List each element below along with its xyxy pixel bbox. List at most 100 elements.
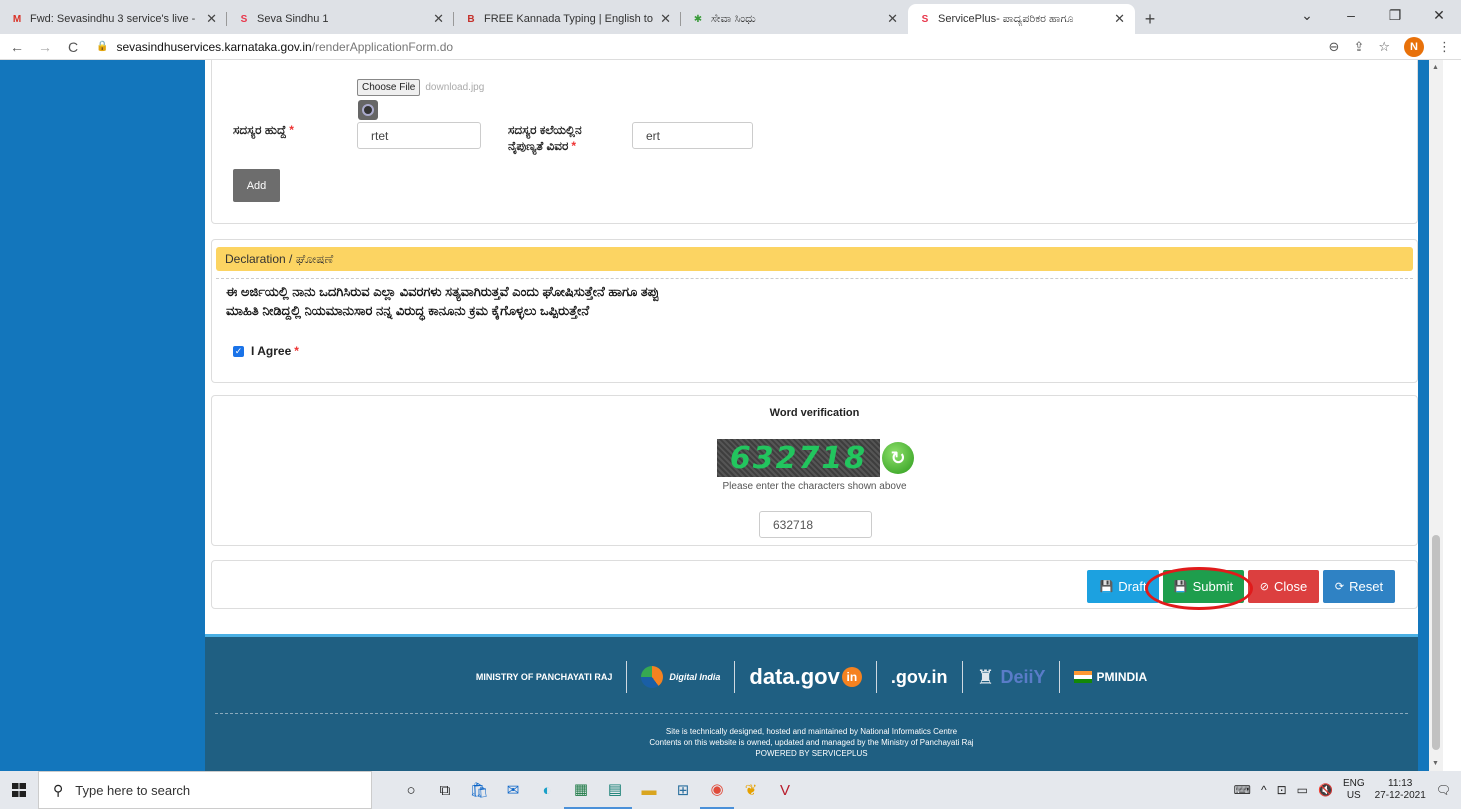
restore-icon[interactable]: ❐ <box>1373 0 1417 30</box>
member-skill-input[interactable]: ert <box>632 122 753 149</box>
edge-icon[interactable]: ◐ <box>530 771 564 809</box>
address-bar[interactable]: 🔒 sevasindhuservices.karnataka.gov.in/re… <box>96 40 453 54</box>
store-icon[interactable]: 🛍 <box>462 771 496 809</box>
gmail-icon: M <box>12 13 22 25</box>
network-icon[interactable]: ⊡ <box>1277 783 1287 797</box>
keyboard-icon[interactable]: ⌨ <box>1234 783 1251 797</box>
forward-arrow-icon[interactable]: → <box>34 39 56 55</box>
footer-credits: Site is technically designed, hosted and… <box>649 727 974 758</box>
divider <box>215 713 1408 714</box>
divider <box>216 278 1413 279</box>
lock-icon: 🔒 <box>96 41 109 52</box>
close-tab-icon[interactable]: ✕ <box>433 11 444 27</box>
declaration-text: ಈ ಅರ್ಜಿಯಲ್ಲಿ ನಾನು ಒದಗಿಸಿರುವ ಎಲ್ಲಾ ವಿವರಗಳ… <box>226 284 660 318</box>
camera-icon[interactable] <box>358 100 378 120</box>
start-button[interactable] <box>0 771 38 809</box>
scrollbar-thumb[interactable] <box>1432 535 1440 750</box>
language-indicator[interactable]: ENG US <box>1343 778 1365 802</box>
india-gov-logo[interactable]: .gov.in <box>877 667 962 688</box>
cortana-icon[interactable]: ○ <box>394 771 428 809</box>
right-side-band <box>1418 60 1429 771</box>
declaration-heading: Declaration / ಘೋಷಣೆ <box>216 247 1413 271</box>
seva-sindhu-logo-icon: ✱ <box>693 13 703 25</box>
refresh-captcha-icon[interactable]: ↻ <box>882 442 914 474</box>
word-verification-title: Word verification <box>769 407 860 419</box>
india-flag-icon <box>1074 671 1093 683</box>
close-tab-icon[interactable]: ✕ <box>887 11 898 27</box>
vs-app-icon[interactable]: V <box>768 771 802 809</box>
site-footer: MINISTRY OF PANCHAYATI RAJ Digital India… <box>205 634 1418 771</box>
datagov-logo[interactable]: data.gov in <box>735 664 875 690</box>
browser-tab-gmail[interactable]: M Fwd: Sevasindhu 3 service's live - ✕ <box>0 4 227 34</box>
digy-logo[interactable]: ♜ DeiiY <box>963 665 1060 690</box>
member-post-input[interactable]: rtet <box>357 122 481 149</box>
close-tab-icon[interactable]: ✕ <box>206 11 217 27</box>
task-view-icon[interactable]: ⧉ <box>428 771 462 809</box>
browser-tab-serviceplus[interactable]: S ServicePlus- ಪಾದ್ಯಪರಿಕರ ಹಾಗೂ ✕ <box>908 4 1135 34</box>
member-details-panel: Choose File download.jpg ಸದಸ್ಯರ ಹುದ್ದೆ * … <box>211 60 1418 224</box>
new-tab-icon[interactable]: + <box>1135 4 1165 34</box>
checkbox-checked-icon[interactable]: ✓ <box>233 345 244 357</box>
share-icon[interactable]: ⇪ <box>1353 39 1364 55</box>
kannada-app-icon[interactable]: ❦ <box>734 771 768 809</box>
tab-title: Seva Sindhu 1 <box>257 13 329 25</box>
captcha-image: 632718 <box>717 439 880 477</box>
close-tab-icon[interactable]: ✕ <box>1114 11 1125 27</box>
reload-icon[interactable]: C <box>62 39 84 55</box>
seva-sindhu-icon: S <box>240 13 248 25</box>
network-app-icon[interactable]: ⊞ <box>666 771 700 809</box>
mail-icon[interactable]: ✉ <box>496 771 530 809</box>
digital-india-logo[interactable]: Digital India <box>627 666 734 688</box>
add-button[interactable]: Add <box>233 169 280 202</box>
file-explorer-icon[interactable]: ▬ <box>632 771 666 809</box>
close-button[interactable]: ⊘ Close <box>1248 570 1319 603</box>
chrome-icon[interactable]: ◉ <box>700 771 734 809</box>
kannada-typing-icon: B <box>467 13 475 25</box>
required-mark: * <box>294 344 299 358</box>
tab-search-chevron-icon[interactable]: ⌄ <box>1285 0 1329 30</box>
tab-title: ServicePlus- ಪಾದ್ಯಪರಿಕರ ಹಾಗೂ <box>938 12 1074 25</box>
scroll-up-icon[interactable]: ▲ <box>1432 64 1439 71</box>
close-tab-icon[interactable]: ✕ <box>660 11 671 27</box>
volume-muted-icon[interactable]: 🔇 <box>1318 783 1333 797</box>
choose-file-button[interactable]: Choose File <box>357 79 421 96</box>
captcha-input[interactable]: 632718 <box>759 511 872 538</box>
display-icon[interactable]: ▭ <box>1297 783 1308 797</box>
tray-chevron-icon[interactable]: ^ <box>1261 783 1267 797</box>
close-window-icon[interactable]: ✕ <box>1417 0 1461 30</box>
pmindia-logo[interactable]: PMINDIA <box>1060 670 1161 684</box>
window-controls: ⌄ – ❐ ✕ <box>1285 0 1461 30</box>
member-post-label: ಸದಸ್ಯರ ಹುದ್ದೆ * <box>233 123 294 137</box>
tab-title: Fwd: Sevasindhu 3 service's live - <box>30 13 196 25</box>
profile-avatar[interactable]: N <box>1404 37 1424 57</box>
i-agree-checkbox[interactable]: ✓ I Agree * <box>233 344 299 358</box>
file-upload-row: Choose File download.jpg <box>357 79 484 96</box>
reset-button[interactable]: ⟳ Reset <box>1323 570 1395 603</box>
browser-tab-seva-sindhu-1[interactable]: S Seva Sindhu 1 ✕ <box>227 4 454 34</box>
publisher-icon[interactable]: ▤ <box>598 771 632 809</box>
bookmark-star-icon[interactable]: ☆ <box>1378 39 1390 55</box>
zoom-icon[interactable]: ⊖ <box>1329 39 1340 55</box>
taskbar-apps: ○ ⧉ 🛍 ✉ ◐ ▦ ▤ ▬ ⊞ ◉ ❦ V <box>394 771 802 809</box>
back-arrow-icon[interactable]: ← <box>6 39 28 55</box>
reset-icon: ⟳ <box>1334 581 1345 593</box>
serviceplus-icon: S <box>921 13 929 25</box>
menu-kebab-icon[interactable]: ⋮ <box>1438 39 1451 55</box>
footer-logos: MINISTRY OF PANCHAYATI RAJ Digital India… <box>205 657 1418 697</box>
taskbar-search[interactable]: ⚲ Type here to search <box>38 771 372 809</box>
windows-taskbar: ⚲ Type here to search ○ ⧉ 🛍 ✉ ◐ ▦ ▤ ▬ ⊞ … <box>0 771 1461 809</box>
file-name-text: download.jpg <box>425 82 485 93</box>
mopr-logo[interactable]: MINISTRY OF PANCHAYATI RAJ <box>462 672 627 682</box>
notifications-icon[interactable]: 🗨 <box>1436 783 1451 797</box>
word-verification-panel: Word verification 632718 ↻ Please enter … <box>211 395 1418 546</box>
scroll-down-icon[interactable]: ▼ <box>1432 760 1439 767</box>
member-skill-label: ಸದಸ್ಯರ ಕಲೆಯಲ್ಲಿನ ನೈಪುಣ್ಯತೆ ವಿವರ * <box>508 123 582 153</box>
browser-tab-seva-sindhu-kn[interactable]: ✱ ಸೇವಾ ಸಿಂಧು ✕ <box>681 4 908 34</box>
page-scrollbar[interactable]: ▲ ▼ <box>1429 60 1443 771</box>
minimize-icon[interactable]: – <box>1329 0 1373 30</box>
tab-title: ಸೇವಾ ಸಿಂಧು <box>711 12 756 25</box>
clock[interactable]: 11:13 27-12-2021 <box>1375 778 1426 802</box>
browser-tab-kannada-typing[interactable]: B FREE Kannada Typing | English to ✕ <box>454 4 681 34</box>
excel-icon[interactable]: ▦ <box>564 771 598 809</box>
left-side-band <box>0 60 205 771</box>
